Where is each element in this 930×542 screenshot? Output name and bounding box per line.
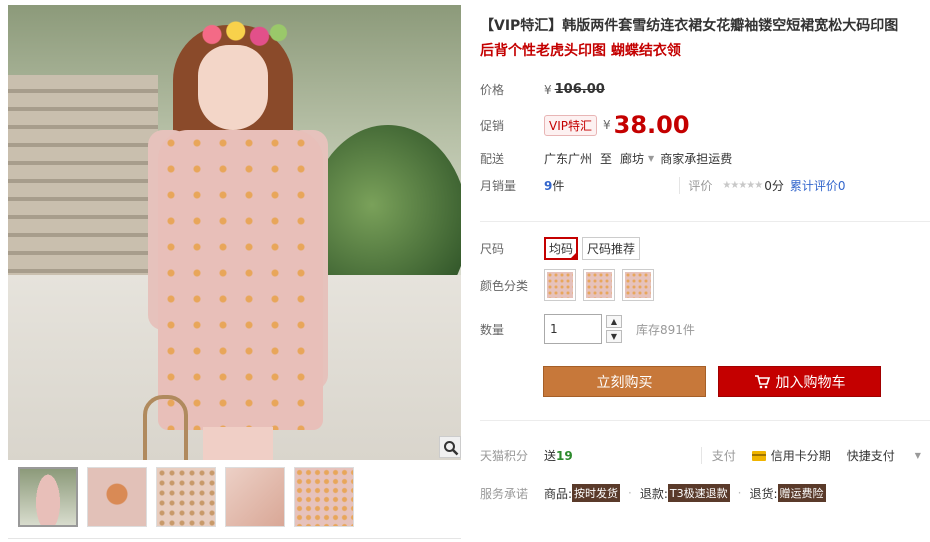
points-label: 天猫积分 <box>480 449 529 463</box>
thumbnail-1[interactable] <box>18 467 78 527</box>
shipping-fee-note: 商家承担运费 <box>660 152 733 166</box>
rating-stars-icon: ★★★★★ <box>722 180 763 191</box>
sales-row: 月销量 9 件 评价 ★★★★★ 0分 累计评价0 <box>480 177 846 194</box>
handbag <box>143 395 188 460</box>
color-row: 颜色分类 <box>480 269 661 301</box>
add-to-cart-label: 加入购物车 <box>775 374 846 391</box>
thumbnail-image <box>226 468 284 526</box>
thumbnail-3[interactable] <box>156 467 216 527</box>
section-divider <box>480 221 930 222</box>
quantity-row: 数量 ▲ ▼ 库存891件 <box>480 314 695 344</box>
credit-card-icon <box>751 450 766 461</box>
gallery-divider <box>8 538 461 539</box>
quantity-input[interactable] <box>544 314 602 344</box>
promise-refund-tag[interactable]: T3极速退款 <box>667 484 730 502</box>
rating-score: 0分 <box>764 179 784 193</box>
price-currency: ¥ <box>544 82 552 97</box>
flower-crown <box>193 17 288 52</box>
rating-label: 评价 <box>679 177 712 194</box>
promise-return-label: 退货: <box>749 486 778 501</box>
review-count-link[interactable]: 累计评价0 <box>790 177 846 194</box>
swatch-image <box>625 272 651 298</box>
promo-currency: ¥ <box>603 118 611 132</box>
product-info: 【VIP特汇】韩版两件套雪纺连衣裙女花瓣袖镂空短裙宽松大码印图 后背个性老虎头印… <box>480 14 930 64</box>
quick-pay-label[interactable]: 快捷支付 <box>847 447 895 464</box>
separator-dot: · <box>737 486 742 500</box>
product-subtitle: 后背个性老虎头印图 蝴蝶结衣领 <box>480 43 681 59</box>
promise-row: 服务承诺 商品: 按时发货 · 退款: T3极速退款 · 退货: 赠运费险 <box>480 484 826 502</box>
magnifier-icon <box>444 441 459 456</box>
chevron-down-icon[interactable]: ▼ <box>648 154 654 163</box>
points-row: 天猫积分 送 19 支付 信用卡分期 快捷支付 ▼ <box>480 447 921 464</box>
stock-text: 库存891件 <box>636 322 695 337</box>
sales-unit: 件 <box>552 179 565 193</box>
promise-goods-tag[interactable]: 按时发货 <box>572 484 621 502</box>
pink-star-dress <box>158 130 323 430</box>
promise-label: 服务承诺 <box>480 486 529 501</box>
zoom-button[interactable] <box>439 436 461 458</box>
shipping-row: 配送 广东广州 至 廊坊 ▼ 商家承担运费 <box>480 150 732 167</box>
model-legs <box>203 427 273 460</box>
shipping-label: 配送 <box>480 152 505 166</box>
buy-now-label: 立刻购买 <box>596 374 653 391</box>
thumbnail-5[interactable] <box>294 467 354 527</box>
promise-return-tag[interactable]: 赠运费险 <box>777 484 826 502</box>
quantity-label: 数量 <box>480 322 505 337</box>
chevron-down-icon[interactable]: ▼ <box>915 451 921 460</box>
promo-price: 38.00 <box>613 111 690 139</box>
sales-label: 月销量 <box>480 179 517 193</box>
model-face <box>198 45 268 130</box>
color-swatch-1[interactable] <box>544 269 576 301</box>
thumbnail-2[interactable] <box>87 467 147 527</box>
original-price: 106.00 <box>554 82 605 97</box>
photo-background-steps <box>8 75 158 275</box>
promise-refund-label: 退款: <box>639 486 668 501</box>
installment-option[interactable]: 信用卡分期 <box>751 447 831 464</box>
main-product-photo[interactable] <box>8 5 461 460</box>
installment-label: 信用卡分期 <box>770 449 831 463</box>
color-label: 颜色分类 <box>480 278 529 293</box>
decrease-icon[interactable]: ▼ <box>606 330 622 343</box>
add-to-cart-button[interactable]: 加入购物车 <box>718 366 881 397</box>
points-amount: 19 <box>556 448 573 463</box>
thumbnail-strip <box>18 467 354 527</box>
size-option-one-size[interactable]: 均码 <box>544 237 579 260</box>
ship-destination[interactable]: 廊坊 <box>620 150 644 167</box>
size-label: 尺码 <box>480 242 505 256</box>
ship-to-word: 至 <box>600 152 613 166</box>
product-gallery <box>8 5 463 539</box>
price-row: 价格 ¥ 106.00 <box>480 81 605 98</box>
quantity-stepper: ▲ ▼ <box>606 315 622 343</box>
price-label: 价格 <box>480 83 505 97</box>
thumbnail-image <box>20 469 76 525</box>
ship-from: 广东广州 <box>544 152 593 166</box>
section-divider <box>480 420 930 421</box>
thumbnail-image <box>88 468 146 526</box>
promo-row: 促销 VIP特汇 ¥ 38.00 <box>480 111 690 139</box>
swatch-image <box>586 272 612 298</box>
thumbnail-image <box>295 468 353 526</box>
size-row: 尺码 均码 尺码推荐 <box>480 237 644 260</box>
model-figure <box>143 15 328 460</box>
thumbnail-image <box>157 468 215 526</box>
points-give: 送 <box>544 449 557 463</box>
pay-label: 支付 <box>700 447 736 464</box>
sales-count: 9 <box>544 178 553 193</box>
color-swatch-3[interactable] <box>622 269 654 301</box>
product-title: 【VIP特汇】韩版两件套雪纺连衣裙女花瓣袖镂空短裙宽松大码印图 <box>480 18 899 34</box>
vip-tag: VIP特汇 <box>544 114 597 136</box>
separator-dot: · <box>628 486 632 500</box>
color-swatch-2[interactable] <box>583 269 615 301</box>
promo-label: 促销 <box>480 118 505 133</box>
cart-icon <box>754 374 770 388</box>
size-recommend-button[interactable]: 尺码推荐 <box>582 237 641 260</box>
buy-now-button[interactable]: 立刻购买 <box>543 366 706 397</box>
promise-goods-label: 商品: <box>544 486 573 501</box>
increase-icon[interactable]: ▲ <box>606 315 622 328</box>
swatch-image <box>547 272 573 298</box>
thumbnail-4[interactable] <box>225 467 285 527</box>
